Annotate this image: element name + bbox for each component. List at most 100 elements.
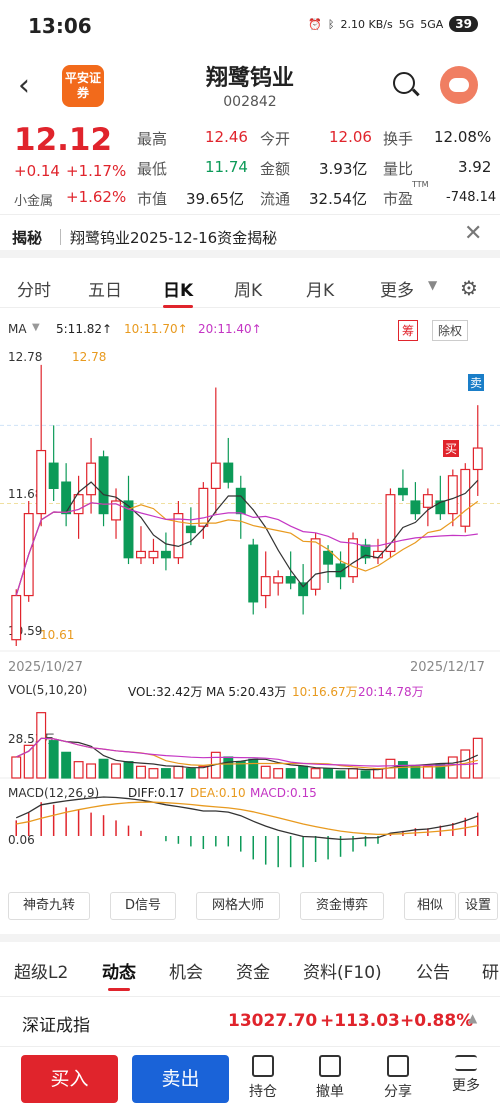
tool-similar[interactable]: 相似 xyxy=(404,892,456,920)
buy-button[interactable]: 买入 xyxy=(21,1055,118,1103)
candle xyxy=(173,513,184,559)
close-icon[interactable]: ✕ xyxy=(464,221,482,246)
tool-grid-master[interactable]: 网格大师 xyxy=(196,892,280,920)
candle xyxy=(48,462,59,489)
candle xyxy=(136,550,146,559)
volume-ratio-value: 3.92 xyxy=(458,158,492,176)
action-bar: 买入 卖出 持仓 撤单 分享 更多 xyxy=(0,1046,500,1111)
ma5-line xyxy=(15,479,479,596)
sector-label[interactable]: 小金属 xyxy=(14,190,53,209)
tool-fund-game[interactable]: 资金博弈 xyxy=(300,892,384,920)
turnover-label: 换手 xyxy=(383,130,414,148)
list-icon xyxy=(252,1055,274,1077)
chevron-down-icon[interactable]: ▼ xyxy=(428,278,437,292)
candle xyxy=(472,447,483,471)
volume-bar xyxy=(61,751,72,779)
holdings-button[interactable]: 持仓 xyxy=(238,1055,288,1101)
ma20-line xyxy=(15,502,478,596)
cancel-order-button[interactable]: 撤单 xyxy=(305,1055,355,1101)
tab-announcements[interactable]: 公告 xyxy=(416,958,450,983)
stock-code: 002842 xyxy=(223,94,277,110)
last-price: 12.12 xyxy=(14,122,113,158)
volume-bar xyxy=(410,765,421,779)
candle xyxy=(310,538,321,590)
volume-bar xyxy=(298,765,309,779)
volume-bar xyxy=(310,768,321,779)
volume-bar xyxy=(285,768,296,779)
tab-more[interactable]: 更多 xyxy=(380,276,414,301)
tool-d-signal[interactable]: D信号 xyxy=(110,892,176,920)
candle xyxy=(285,576,296,584)
tab-weekly-k[interactable]: 周K xyxy=(234,276,262,301)
volume-bar xyxy=(447,756,458,779)
divider xyxy=(60,229,61,245)
status-icons: ⏰ ᛒ 2.10 KB/s 5G 5GA 39 xyxy=(308,16,478,32)
candle xyxy=(86,462,97,496)
volume-bar xyxy=(11,756,22,779)
chevron-up-icon[interactable]: ▲ xyxy=(468,1011,477,1025)
sector-pct: +1.62% xyxy=(66,188,127,206)
cancel-label: 撤单 xyxy=(316,1084,344,1100)
tab-f10[interactable]: 资料(F10) xyxy=(303,958,382,983)
tool-nine-turn[interactable]: 神奇九转 xyxy=(8,892,90,920)
low-value: 11.74 xyxy=(205,158,248,176)
tool-buttons: 神奇九转 D信号 网格大师 资金博弈 相似 设置 xyxy=(0,892,500,922)
candle xyxy=(410,500,421,515)
share-label: 分享 xyxy=(384,1084,412,1100)
tab-research[interactable]: 研 xyxy=(482,958,499,983)
candle xyxy=(235,487,246,515)
volume-bar xyxy=(223,756,234,779)
volume-bar xyxy=(422,765,433,779)
candle xyxy=(36,449,47,515)
candle xyxy=(160,550,171,559)
pe-value: -748.14 xyxy=(446,190,497,205)
tab-news[interactable]: 动态 xyxy=(102,958,136,991)
more-button[interactable]: 更多 xyxy=(441,1055,491,1095)
candle xyxy=(223,462,234,483)
volume-bar xyxy=(397,761,408,779)
mcap-value: 39.65亿 xyxy=(186,190,244,208)
candle xyxy=(61,481,72,515)
tab-intraday[interactable]: 分时 xyxy=(17,276,51,301)
stock-header: ‹ 平安证券 翔鹭钨业 002842 xyxy=(0,52,500,118)
vol-ma20-line xyxy=(15,737,478,767)
volume-bar xyxy=(136,765,146,779)
tab-daily-k[interactable]: 日K xyxy=(163,276,194,308)
kline-chart[interactable] xyxy=(0,316,500,888)
battery-icon: 39 xyxy=(449,16,478,32)
holdings-label: 持仓 xyxy=(249,1084,277,1100)
volume-bar xyxy=(185,768,196,779)
stock-name: 翔鹭钨业 xyxy=(205,66,294,91)
share-button[interactable]: 分享 xyxy=(373,1055,423,1101)
assistant-avatar-icon[interactable] xyxy=(440,66,478,104)
volume-bar xyxy=(148,768,159,779)
open-label: 今开 xyxy=(260,130,291,148)
volume-bar xyxy=(348,768,358,779)
tool-settings[interactable]: 设置 xyxy=(458,892,498,920)
high-value: 12.46 xyxy=(205,128,248,146)
price-change: +0.14 xyxy=(14,162,60,180)
candle xyxy=(210,462,221,489)
tab-level2[interactable]: 超级L2 xyxy=(14,958,68,983)
sell-button[interactable]: 卖出 xyxy=(132,1055,229,1103)
search-icon[interactable] xyxy=(393,72,415,94)
tab-funds[interactable]: 资金 xyxy=(236,958,270,983)
bluetooth-icon: ᛒ xyxy=(327,17,335,31)
tab-monthly-k[interactable]: 月K xyxy=(306,276,334,301)
low-label: 最低 xyxy=(137,160,168,178)
amount-value: 3.93亿 xyxy=(319,160,368,178)
candle xyxy=(397,487,408,496)
candle xyxy=(148,550,159,559)
tab-five-day[interactable]: 五日 xyxy=(88,276,122,301)
gear-icon[interactable]: ⚙ xyxy=(460,276,478,300)
signal-5g: 5G xyxy=(398,17,415,31)
tab-opportunity[interactable]: 机会 xyxy=(169,958,203,983)
high-label: 最高 xyxy=(137,130,168,148)
open-value: 12.06 xyxy=(329,128,372,146)
reveal-banner[interactable]: 揭秘 翔鹭钨业2025-12-16资金揭秘 ✕ xyxy=(0,214,500,258)
candle xyxy=(460,468,471,527)
reveal-text[interactable]: 翔鹭钨业2025-12-16资金揭秘 xyxy=(70,227,277,248)
float-value: 32.54亿 xyxy=(309,190,367,208)
index-name: 深证成指 xyxy=(22,1016,90,1036)
index-row[interactable]: 深证成指 13027.70 +113.03 +0.88% ▲ xyxy=(0,996,500,1044)
